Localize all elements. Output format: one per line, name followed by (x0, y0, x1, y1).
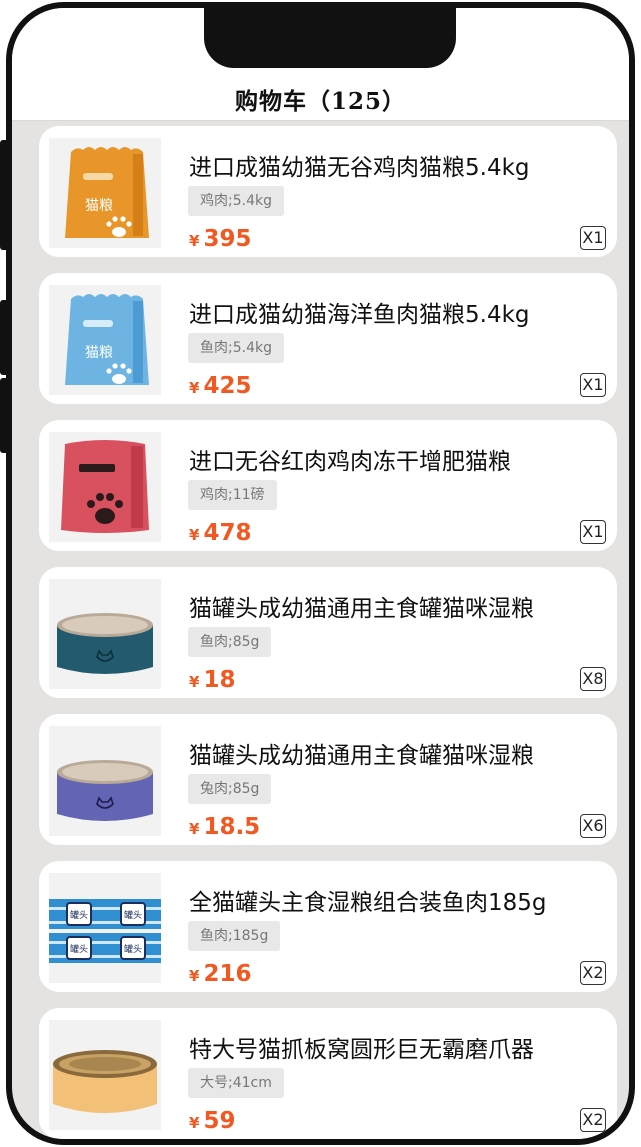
notch (204, 8, 456, 68)
currency-symbol: ¥ (189, 526, 200, 544)
product-image[interactable] (49, 726, 161, 836)
product-image[interactable]: 罐头 罐头 罐头 罐头 (49, 873, 161, 983)
currency-symbol: ¥ (189, 673, 200, 691)
svg-text:罐头: 罐头 (70, 909, 88, 921)
product-image[interactable] (49, 1020, 161, 1130)
currency-symbol: ¥ (189, 1114, 200, 1132)
product-price: ¥425 (189, 373, 251, 399)
price-amount: 59 (203, 1108, 236, 1134)
product-image[interactable] (49, 579, 161, 689)
product-name[interactable]: 进口成猫幼猫海洋鱼肉猫粮5.4kg (189, 295, 530, 329)
product-spec[interactable]: 鸡肉;5.4kg (188, 186, 284, 216)
cart-item[interactable]: 猫粮 进口成猫幼猫无谷鸡肉猫粮5.4kg 鸡肉;5.4kg ¥395 X1 (39, 126, 617, 257)
quantity-badge[interactable]: X1 (580, 520, 606, 544)
product-name[interactable]: 进口无谷红肉鸡肉冻干增肥猫粮 (189, 442, 511, 476)
product-image[interactable]: 猫粮 (49, 285, 161, 395)
price-amount: 216 (203, 961, 252, 987)
cart-item[interactable]: 罐头 罐头 罐头 罐头 全猫罐头主食湿粮组合装鱼肉185g 鱼肉;185g ¥2… (39, 861, 617, 992)
currency-symbol: ¥ (189, 820, 200, 838)
cart-item[interactable]: 猫粮 进口成猫幼猫海洋鱼肉猫粮5.4kg 鱼肉;5.4kg ¥425 X1 (39, 273, 617, 404)
quantity-badge[interactable]: X2 (580, 1108, 606, 1132)
product-spec[interactable]: 大号;41cm (188, 1068, 284, 1098)
cart-item[interactable]: 进口无谷红肉鸡肉冻干增肥猫粮 鸡肉;11磅 ¥478 X1 (39, 420, 617, 551)
product-spec[interactable]: 鱼肉;185g (188, 921, 281, 951)
price-amount: 18 (203, 667, 236, 693)
cart-item[interactable]: 特大号猫抓板窝圆形巨无霸磨爪器 大号;41cm ¥59 X2 (39, 1008, 617, 1139)
cart-item[interactable]: 猫罐头成幼猫通用主食罐猫咪湿粮 兔肉;85g ¥18.5 X6 (39, 714, 617, 845)
product-spec[interactable]: 鱼肉;85g (188, 627, 272, 657)
price-amount: 425 (203, 373, 252, 399)
price-amount: 395 (203, 226, 252, 252)
product-image[interactable]: 猫粮 (49, 138, 161, 248)
bag-label: 猫粮 (85, 345, 113, 361)
quantity-badge[interactable]: X1 (580, 226, 606, 250)
product-price: ¥395 (189, 226, 251, 252)
product-spec[interactable]: 兔肉;85g (188, 774, 272, 804)
quantity-badge[interactable]: X8 (580, 667, 606, 691)
currency-symbol: ¥ (189, 967, 200, 985)
currency-symbol: ¥ (189, 379, 200, 397)
quantity-badge[interactable]: X2 (580, 961, 606, 985)
product-price: ¥18.5 (189, 814, 260, 840)
quantity-badge[interactable]: X6 (580, 814, 606, 838)
cart-item[interactable]: 猫罐头成幼猫通用主食罐猫咪湿粮 鱼肉;85g ¥18 X8 (39, 567, 617, 698)
currency-symbol: ¥ (189, 232, 200, 250)
product-name[interactable]: 全猫罐头主食湿粮组合装鱼肉185g (189, 883, 547, 917)
svg-text:罐头: 罐头 (124, 909, 142, 921)
quantity-badge[interactable]: X1 (580, 373, 606, 397)
product-price: ¥59 (189, 1108, 235, 1134)
product-name[interactable]: 进口成猫幼猫无谷鸡肉猫粮5.4kg (189, 148, 530, 182)
svg-text:罐头: 罐头 (124, 943, 142, 955)
product-spec[interactable]: 鸡肉;11磅 (188, 480, 277, 510)
product-price: ¥18 (189, 667, 235, 693)
svg-text:罐头: 罐头 (70, 943, 88, 955)
product-name[interactable]: 特大号猫抓板窝圆形巨无霸磨爪器 (189, 1030, 534, 1064)
price-amount: 18.5 (203, 814, 261, 840)
product-price: ¥216 (189, 961, 251, 987)
product-price: ¥478 (189, 520, 251, 546)
product-name[interactable]: 猫罐头成幼猫通用主食罐猫咪湿粮 (189, 589, 534, 623)
phone-frame: 购物车（125） 猫粮 进口成猫幼猫无谷鸡肉猫粮5.4kg 鸡肉;5.4kg ¥… (6, 2, 635, 1145)
product-name[interactable]: 猫罐头成幼猫通用主食罐猫咪湿粮 (189, 736, 534, 770)
bag-label: 猫粮 (85, 198, 113, 214)
product-spec[interactable]: 鱼肉;5.4kg (188, 333, 284, 363)
page-title: 购物车（125） (234, 88, 406, 115)
price-amount: 478 (203, 520, 252, 546)
product-image[interactable] (49, 432, 161, 542)
